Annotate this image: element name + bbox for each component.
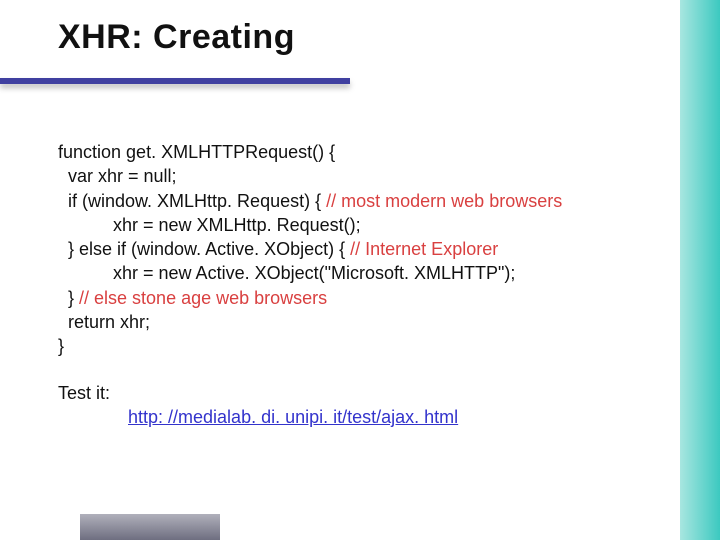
title-area: XHR: Creating (58, 18, 700, 68)
code-line-6: xhr = new Active. XObject("Microsoft. XM… (58, 263, 515, 283)
code-line-1: function get. XMLHTTPRequest() { (58, 142, 335, 162)
test-link[interactable]: http: //medialab. di. unipi. it/test/aja… (128, 405, 458, 429)
code-block: function get. XMLHTTPRequest() { var xhr… (58, 140, 680, 359)
code-line-5a: } else if (window. Active. XObject) { (58, 239, 350, 259)
code-line-2: var xhr = null; (58, 166, 177, 186)
slide-container: XHR: Creating function get. XMLHTTPReque… (0, 0, 720, 540)
content-area: function get. XMLHTTPRequest() { var xhr… (58, 140, 680, 429)
slide-title: XHR: Creating (58, 18, 700, 57)
code-comment-3: // else stone age web browsers (79, 288, 327, 308)
code-comment-1: // most modern web browsers (326, 191, 562, 211)
bottom-decorative-box (80, 514, 220, 540)
code-line-3a: if (window. XMLHttp. Request) { (58, 191, 326, 211)
code-line-4: xhr = new XMLHttp. Request(); (58, 215, 361, 235)
title-underline-bar (0, 78, 350, 84)
code-line-7a: } (58, 288, 79, 308)
code-line-8: return xhr; (58, 312, 150, 332)
test-it-label: Test it: (58, 381, 680, 405)
right-decorative-stripe (680, 0, 720, 540)
code-comment-2: // Internet Explorer (350, 239, 498, 259)
code-line-9: } (58, 336, 64, 356)
